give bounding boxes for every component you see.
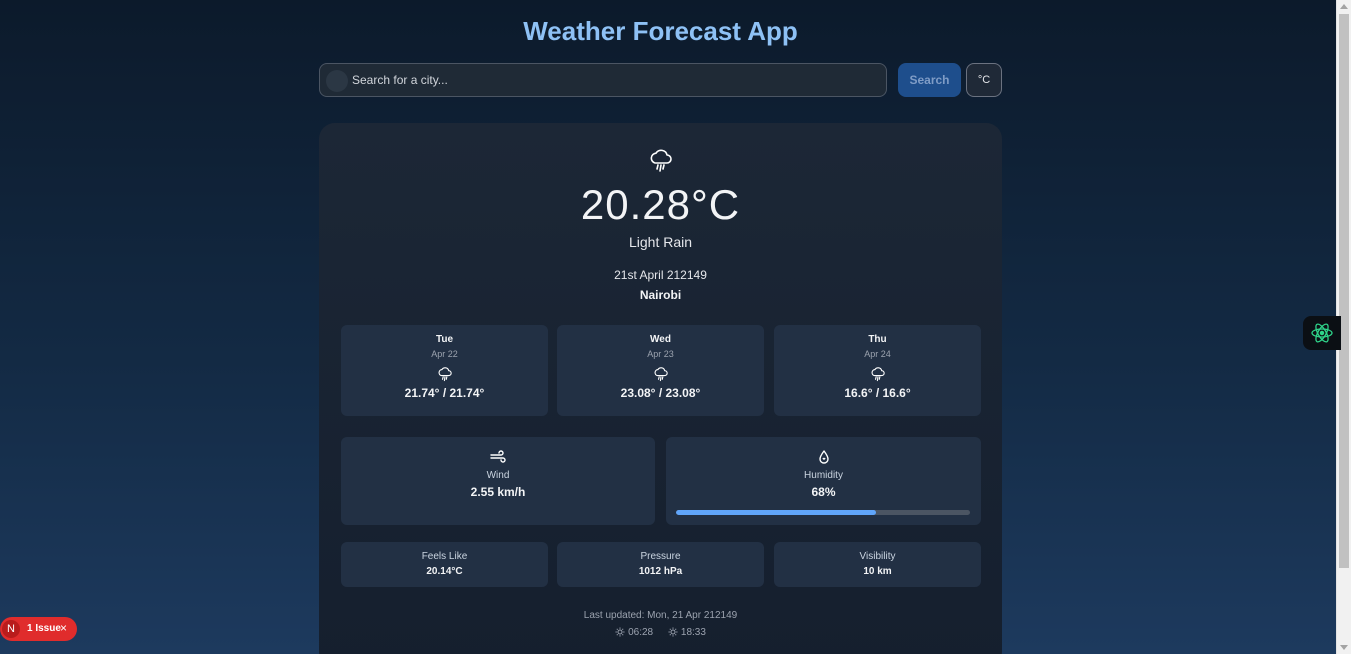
close-icon[interactable]: × [60, 621, 67, 635]
search-button[interactable]: Search [898, 63, 961, 97]
city-name: Nairobi [639, 288, 682, 302]
sunrise-time: 06:28 [628, 627, 654, 638]
wind-icon [490, 450, 506, 463]
search-input[interactable] [352, 64, 882, 96]
issue-count[interactable]: 1 Issue [27, 623, 61, 634]
last-updated: Last updated: Mon, 21 Apr 212149 [583, 610, 738, 621]
forecast-date: Apr 24 [864, 349, 891, 359]
forecast-temps: 16.6° / 16.6° [844, 386, 911, 400]
sunset-time: 18:33 [680, 627, 706, 638]
forecast-card: Thu Apr 24 16.6° / 16.6° [774, 325, 981, 416]
pressure-label: Pressure [640, 551, 681, 562]
weather-card: 20.28°C Light Rain 21st April 212149 Nai… [319, 123, 1002, 654]
nextjs-logo-icon: N [2, 620, 20, 638]
wind-value: 2.55 km/h [470, 485, 526, 499]
current-date: 21st April 212149 [614, 268, 707, 282]
pressure-card: Pressure 1012 hPa [557, 542, 764, 587]
forecast-card: Tue Apr 22 21.74° / 21.74° [341, 325, 548, 416]
forecast-date: Apr 23 [647, 349, 674, 359]
issue-badge[interactable]: N 1 Issue × [0, 617, 77, 641]
sunrise-icon [615, 627, 625, 637]
cloud-rain-icon [871, 367, 885, 382]
feels-like-label: Feels Like [421, 551, 468, 562]
humidity-bar [676, 510, 970, 515]
visibility-card: Visibility 10 km [774, 542, 981, 587]
unit-toggle-button[interactable]: °C [966, 63, 1002, 97]
scroll-thumb[interactable] [1339, 14, 1349, 568]
cloud-rain-icon [650, 149, 672, 172]
search-icon [326, 70, 348, 92]
humidity-bar-fill [676, 510, 876, 515]
current-temperature: 20.28°C [580, 181, 741, 228]
react-devtools-button[interactable] [1303, 316, 1341, 350]
wind-label: Wind [486, 470, 510, 481]
sunrise: 06:28 [615, 627, 653, 638]
pressure-value: 1012 hPa [638, 566, 683, 577]
forecast-day: Tue [435, 334, 454, 345]
cloud-rain-icon [654, 367, 668, 382]
forecast-day: Wed [650, 334, 671, 345]
scroll-down-arrow[interactable] [1340, 645, 1348, 650]
weather-condition: Light Rain [628, 234, 693, 250]
humidity-value: 68% [811, 485, 836, 499]
forecast-date: Apr 22 [431, 349, 458, 359]
sun-times: 06:28 18:33 [319, 627, 1002, 638]
droplet-icon [818, 450, 829, 464]
page-title: Weather Forecast App [523, 16, 798, 46]
humidity-card: Humidity 68% [666, 437, 981, 525]
react-icon [1311, 323, 1333, 343]
sunset-icon [668, 627, 678, 637]
forecast-card: Wed Apr 23 23.08° / 23.08° [557, 325, 764, 416]
humidity-label: Humidity [804, 470, 843, 481]
cloud-rain-icon [438, 367, 452, 382]
wind-card: Wind 2.55 km/h [341, 437, 655, 525]
feels-like-card: Feels Like 20.14°C [341, 542, 548, 587]
forecast-day: Thu [868, 334, 887, 345]
feels-like-value: 20.14°C [426, 566, 463, 577]
search-box[interactable] [319, 63, 887, 97]
visibility-label: Visibility [859, 551, 896, 562]
sunset: 18:33 [668, 627, 706, 638]
forecast-temps: 21.74° / 21.74° [404, 386, 485, 400]
forecast-temps: 23.08° / 23.08° [620, 386, 701, 400]
scroll-up-arrow[interactable] [1340, 4, 1348, 9]
visibility-value: 10 km [863, 566, 892, 577]
